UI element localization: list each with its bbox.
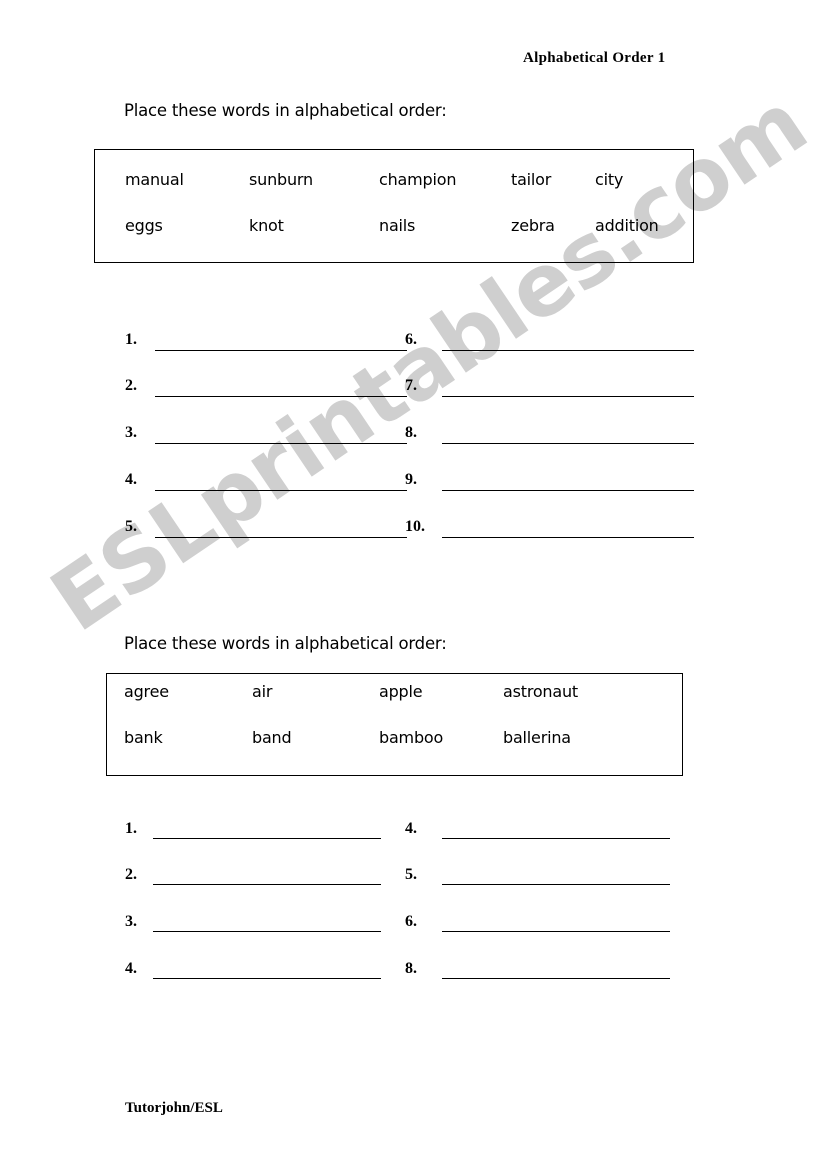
answer-number: 6.: [405, 331, 417, 348]
word-item: apple: [379, 682, 423, 701]
answer-write-line[interactable]: [153, 978, 381, 979]
word-item: city: [595, 170, 624, 189]
page-footer: Tutorjohn/ESL: [125, 1100, 223, 1116]
answer-write-line[interactable]: [442, 884, 670, 885]
word-item: band: [252, 728, 292, 747]
answer-number: 3.: [125, 913, 137, 930]
instruction-text-2: Place these words in alphabetical order:: [124, 634, 447, 653]
answer-number: 4.: [125, 471, 137, 488]
answer-line-s2-4[interactable]: 4.: [125, 960, 395, 994]
answer-number: 1.: [125, 820, 137, 837]
answer-line-6[interactable]: 6.: [405, 331, 697, 365]
word-bank-1: manual sunburn champion tailor city eggs…: [94, 149, 694, 263]
answer-line-8[interactable]: 8.: [405, 424, 697, 458]
answer-number: 3.: [125, 424, 137, 441]
answer-line-3[interactable]: 3.: [125, 424, 415, 458]
answer-number: 2.: [125, 377, 137, 394]
word-bank-row: eggs knot nails zebra addition: [95, 216, 693, 244]
answer-line-9[interactable]: 9.: [405, 471, 697, 505]
answer-number: 2.: [125, 866, 137, 883]
answer-write-line[interactable]: [442, 931, 670, 932]
answer-line-4[interactable]: 4.: [125, 471, 415, 505]
answer-write-line[interactable]: [155, 396, 407, 397]
answer-write-line[interactable]: [442, 978, 670, 979]
word-bank-2: agree air apple astronaut bank band bamb…: [106, 673, 683, 776]
answer-write-line[interactable]: [153, 931, 381, 932]
word-item: bank: [124, 728, 163, 747]
page-title: Alphabetical Order 1: [523, 50, 666, 66]
answer-line-s2-1[interactable]: 1.: [125, 820, 395, 854]
answer-line-5[interactable]: 5.: [125, 518, 415, 552]
answer-number: 4.: [125, 960, 137, 977]
answer-number: 7.: [405, 377, 417, 394]
answer-write-line[interactable]: [442, 537, 694, 538]
word-item: air: [252, 682, 273, 701]
word-item: zebra: [511, 216, 555, 235]
answer-write-line[interactable]: [442, 443, 694, 444]
word-item: ballerina: [503, 728, 571, 747]
answer-write-line[interactable]: [153, 884, 381, 885]
answer-write-line[interactable]: [153, 838, 381, 839]
word-bank-row: manual sunburn champion tailor city: [95, 170, 693, 198]
answer-line-s2-2[interactable]: 2.: [125, 866, 395, 900]
word-item: manual: [125, 170, 184, 189]
answer-number: 6.: [405, 913, 417, 930]
word-item: astronaut: [503, 682, 578, 701]
word-item: sunburn: [249, 170, 313, 189]
word-item: bamboo: [379, 728, 444, 747]
answer-number: 10.: [405, 518, 425, 535]
answer-line-2[interactable]: 2.: [125, 377, 415, 411]
word-item: agree: [124, 682, 169, 701]
answer-number: 8.: [405, 424, 417, 441]
answer-number: 8.: [405, 960, 417, 977]
word-item: nails: [379, 216, 416, 235]
answer-write-line[interactable]: [155, 490, 407, 491]
answer-number: 5.: [405, 866, 417, 883]
answer-write-line[interactable]: [155, 350, 407, 351]
worksheet-page: ESLprintables.com Alphabetical Order 1 P…: [0, 0, 821, 1169]
word-bank-row: bank band bamboo ballerina: [107, 728, 682, 756]
answer-write-line[interactable]: [442, 396, 694, 397]
answer-line-s2-7[interactable]: 6.: [405, 913, 675, 947]
word-item: eggs: [125, 216, 163, 235]
answer-write-line[interactable]: [155, 537, 407, 538]
word-item: champion: [379, 170, 457, 189]
word-item: knot: [249, 216, 284, 235]
answer-line-7[interactable]: 7.: [405, 377, 697, 411]
word-item: addition: [595, 216, 659, 235]
answer-write-line[interactable]: [442, 838, 670, 839]
answer-line-s2-8[interactable]: 8.: [405, 960, 675, 994]
answer-number: 4.: [405, 820, 417, 837]
answer-write-line[interactable]: [442, 350, 694, 351]
answer-number: 1.: [125, 331, 137, 348]
word-bank-row: agree air apple astronaut: [107, 682, 682, 710]
word-item: tailor: [511, 170, 552, 189]
answer-write-line[interactable]: [155, 443, 407, 444]
instruction-text-1: Place these words in alphabetical order:: [124, 101, 447, 120]
answer-write-line[interactable]: [442, 490, 694, 491]
answer-line-10[interactable]: 10.: [405, 518, 697, 552]
answer-line-s2-6[interactable]: 5.: [405, 866, 675, 900]
answer-line-s2-5[interactable]: 4.: [405, 820, 675, 854]
answer-number: 9.: [405, 471, 417, 488]
answer-line-1[interactable]: 1.: [125, 331, 415, 365]
answer-line-s2-3[interactable]: 3.: [125, 913, 395, 947]
answer-number: 5.: [125, 518, 137, 535]
worksheet-content: Alphabetical Order 1 Place these words i…: [0, 0, 821, 1169]
